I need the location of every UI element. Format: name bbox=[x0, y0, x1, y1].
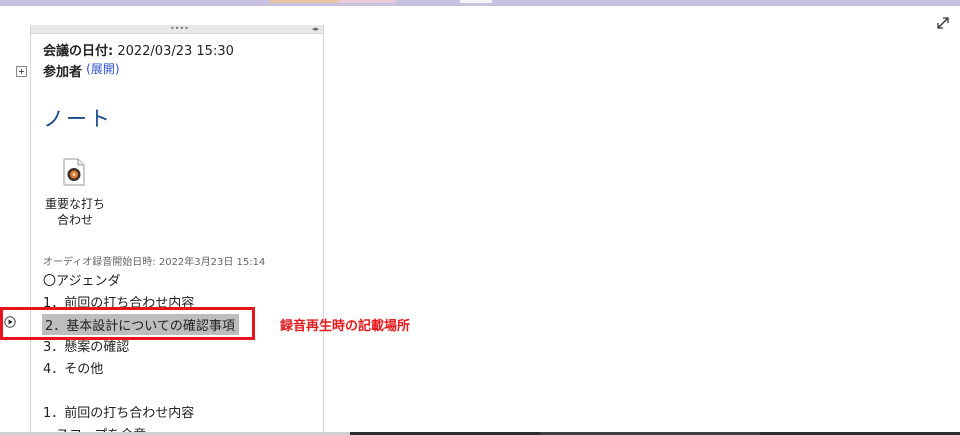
meeting-date-label: 会議の日付: bbox=[43, 44, 114, 59]
annotation-label: 録音再生時の記載場所 bbox=[280, 319, 411, 334]
resize-arrows-icon[interactable]: ◂▸ bbox=[312, 25, 319, 33]
audio-play-icon[interactable] bbox=[4, 316, 16, 328]
notes-section-title: ノート bbox=[43, 107, 112, 131]
note-line-agenda[interactable]: 〇アジェンダ bbox=[43, 270, 120, 289]
audio-file-label[interactable]: 重要な打ち 合わせ bbox=[35, 196, 115, 228]
window-top-bar bbox=[0, 0, 960, 6]
outline-expand-plus-icon[interactable] bbox=[16, 66, 27, 77]
top-bar-segment bbox=[338, 0, 396, 3]
expand-icon[interactable] bbox=[934, 14, 952, 32]
participants-label: 参加者 bbox=[43, 65, 83, 80]
top-bar-segment bbox=[460, 0, 492, 3]
audio-file-label-line2: 合わせ bbox=[56, 213, 93, 227]
note-container: •••• ◂▸ 会議の日付: 2022/03/23 15:30 参加者 (展開)… bbox=[30, 25, 324, 435]
audio-file-icon[interactable] bbox=[63, 158, 85, 186]
note-line-detail-1[interactable]: 1．前回の打ち合わせ内容 bbox=[43, 402, 194, 421]
note-line-item-4[interactable]: 4．その他 bbox=[43, 358, 103, 377]
participants-row: 参加者 (展開) bbox=[43, 61, 120, 80]
participants-expand-link[interactable]: (展開) bbox=[86, 62, 119, 76]
note-container-handle[interactable]: •••• ◂▸ bbox=[31, 25, 323, 34]
audio-file-label-line1: 重要な打ち bbox=[44, 197, 105, 211]
audio-recording-start: オーディオ録音開始日時: 2022年3月23日 15:14 bbox=[43, 257, 266, 268]
meeting-date-value: 2022/03/23 15:30 bbox=[117, 44, 234, 59]
meeting-date-row: 会議の日付: 2022/03/23 15:30 bbox=[43, 40, 234, 59]
top-bar-segment bbox=[270, 0, 338, 3]
drag-dots-icon: •••• bbox=[170, 25, 189, 33]
annotation-highlight-box bbox=[0, 307, 255, 340]
